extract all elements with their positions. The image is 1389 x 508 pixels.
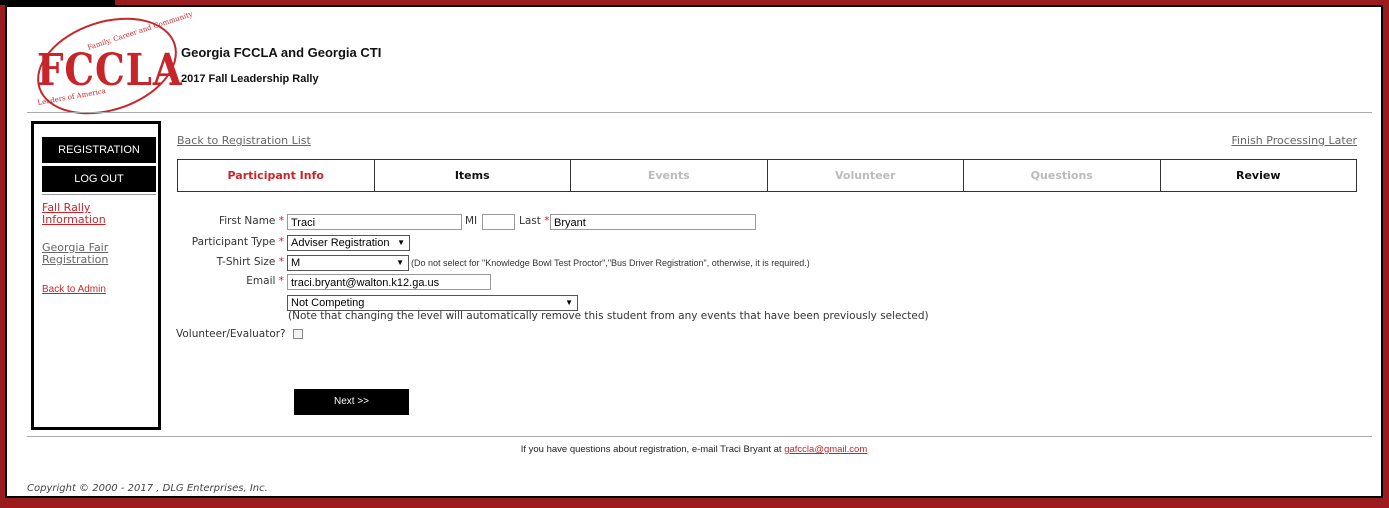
first-name-label-text: First Name [218, 215, 276, 227]
participant-type-select[interactable]: Adviser Registration ▼ [287, 235, 410, 251]
last-name-label-text: Last [519, 215, 541, 227]
logo-wordmark: FCCLA [37, 45, 183, 96]
required-mark: * [544, 215, 550, 227]
required-mark: * [278, 215, 284, 227]
competition-level-value: Not Competing [291, 297, 365, 309]
event-title: 2017 Fall Leadership Rally [181, 73, 319, 85]
tab-events: Events [571, 160, 768, 191]
participant-type-label-text: Participant Type [191, 236, 276, 248]
tshirt-size-value: M [291, 257, 301, 269]
finish-processing-later-link[interactable]: Finish Processing Later [1231, 134, 1357, 147]
tab-items[interactable]: Items [375, 160, 571, 191]
tshirt-size-select[interactable]: M ▼ [287, 255, 409, 271]
dropdown-arrow-icon: ▼ [565, 298, 573, 307]
participant-type-value: Adviser Registration [291, 237, 390, 249]
mi-input[interactable] [482, 214, 515, 230]
wizard-tabs: Participant Info Items Events Volunteer … [177, 159, 1357, 192]
registration-button[interactable]: REGISTRATION [42, 137, 156, 163]
tshirt-note: (Do not select for "Knowledge Bowl Test … [411, 258, 810, 268]
back-to-registration-list-link[interactable]: Back to Registration List [177, 134, 311, 147]
first-name-label: First Name * [104, 215, 284, 227]
sidebar-link-line: Information [42, 213, 106, 226]
dropdown-arrow-icon: ▼ [397, 238, 405, 247]
sidebar-link-back-to-admin[interactable]: Back to Admin [42, 284, 106, 296]
tab-volunteer: Volunteer [768, 160, 964, 191]
org-title: Georgia FCCLA and Georgia CTI [181, 45, 382, 60]
competition-level-select[interactable]: Not Competing ▼ [287, 295, 578, 311]
footer-divider [27, 436, 1372, 437]
email-input[interactable]: traci.bryant@walton.k12.ga.us [287, 274, 491, 290]
level-change-note: (Note that changing the level will autom… [288, 310, 929, 322]
email-label: Email * [104, 275, 284, 287]
tab-review[interactable]: Review [1161, 160, 1357, 191]
footer-question-text: If you have questions about registration… [520, 444, 782, 455]
first-name-input[interactable]: Traci [287, 214, 462, 230]
tab-questions: Questions [964, 160, 1161, 191]
footer-help-text: If you have questions about registration… [7, 444, 1381, 455]
page-frame: Family, Career and Community FCCLA Leade… [5, 0, 1383, 498]
tshirt-label-text: T-Shirt Size [216, 256, 276, 268]
last-name-label: Last * [519, 215, 549, 227]
required-mark: * [278, 236, 284, 248]
sidebar-divider [42, 194, 156, 195]
tshirt-label: T-Shirt Size * [104, 256, 284, 268]
mi-label: MI [465, 215, 478, 227]
required-mark: * [278, 256, 284, 268]
copyright: Copyright © 2000 - 2017 , DLG Enterprise… [27, 483, 268, 494]
email-label-text: Email [246, 275, 276, 287]
required-mark: * [278, 275, 284, 287]
participant-type-label: Participant Type * [104, 236, 284, 248]
sidebar-link-fall-rally-info[interactable]: Fall Rally Information [42, 202, 106, 226]
sidebar-link-georgia-fair[interactable]: Georgia Fair Registration [42, 242, 108, 266]
volunteer-label: Volunteer/Evaluator? [176, 328, 286, 340]
sidebar-link-line: Registration [42, 253, 109, 266]
dropdown-arrow-icon: ▼ [396, 258, 404, 267]
header-divider [27, 112, 1372, 113]
logout-button[interactable]: LOG OUT [42, 166, 156, 192]
volunteer-checkbox[interactable] [293, 329, 303, 339]
contact-email-link[interactable]: gafccla@gmail.com [784, 444, 867, 455]
next-button[interactable]: Next >> [294, 389, 409, 415]
last-name-input[interactable]: Bryant [550, 214, 756, 230]
fccla-logo: Family, Career and Community FCCLA Leade… [24, 0, 194, 132]
tab-participant-info[interactable]: Participant Info [178, 160, 375, 191]
